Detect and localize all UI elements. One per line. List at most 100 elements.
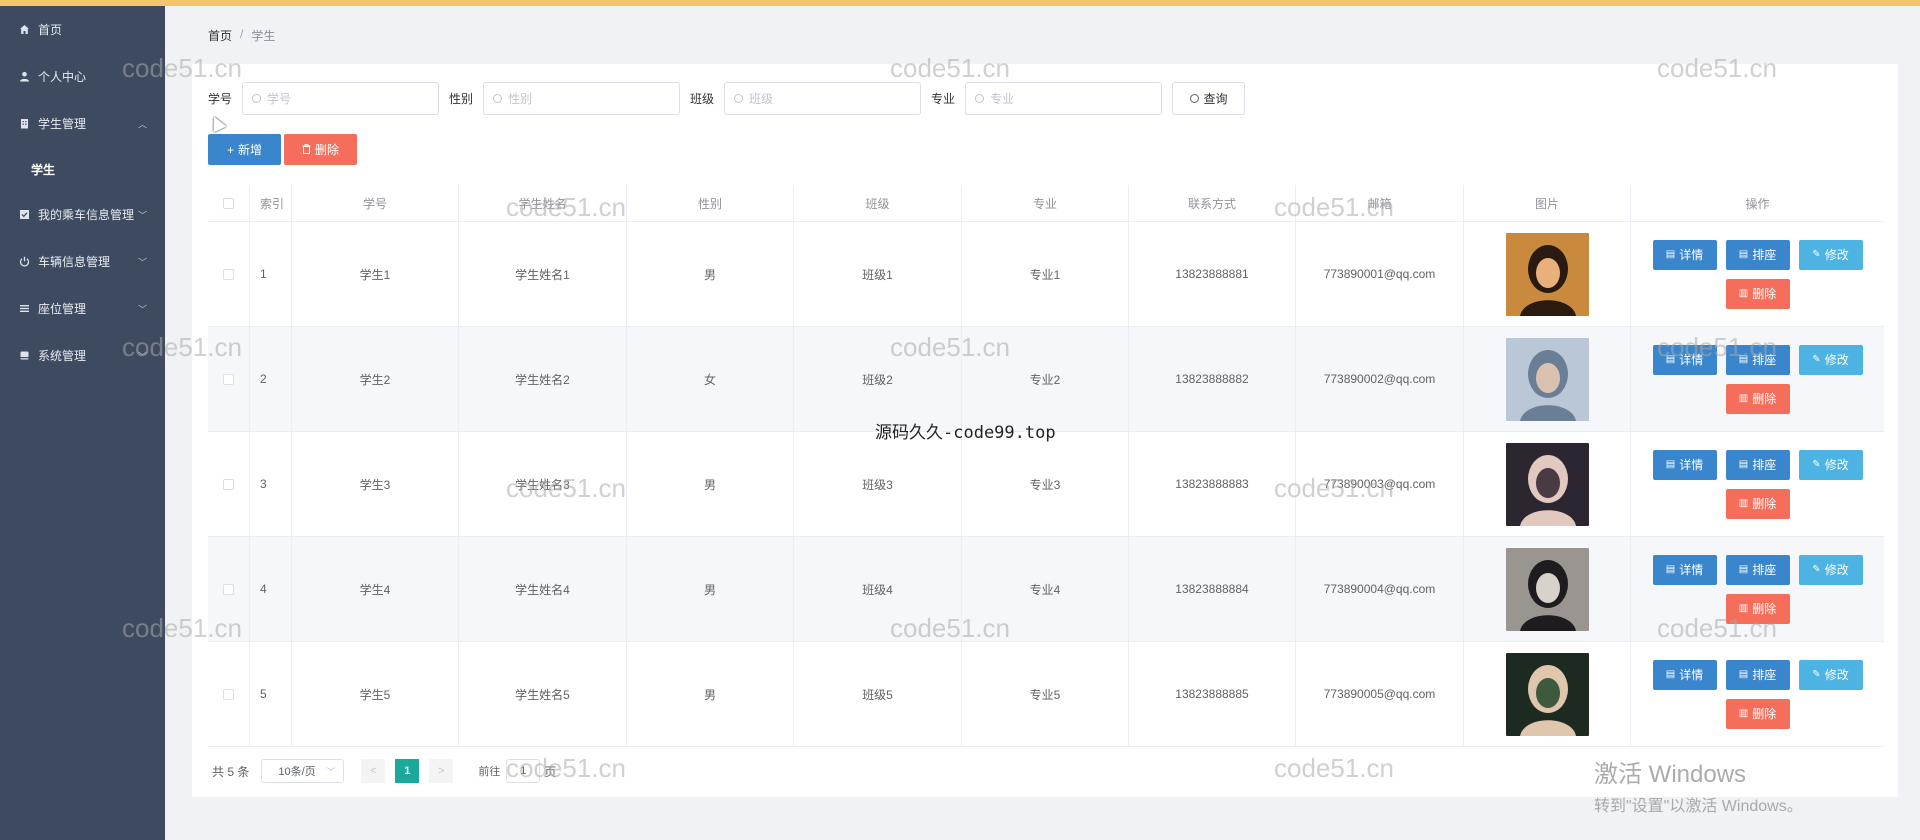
sidebar-item-profile[interactable]: 个人中心 [0, 53, 165, 100]
page-size-select[interactable]: 10条/页 ﹀ [261, 759, 345, 783]
search-input-class[interactable] [724, 82, 922, 115]
row-select-cell [208, 327, 250, 431]
table-body: 1 学生1 学生姓名1 男班级1 专业1 13823888881 773890001@qq.… [208, 222, 1884, 747]
batch-delete-button[interactable]: 删除 [284, 134, 357, 165]
breadcrumb-home[interactable]: 首页 [208, 27, 232, 44]
select-all-checkbox[interactable] [223, 197, 234, 209]
seat-button[interactable]: ▤ 排座 [1725, 449, 1790, 480]
goto-page-input[interactable]: 1 [506, 759, 541, 783]
cell-actions: ▤ 详情 ▤ 排座 ✎ 修改 ▥ 删除 [1631, 642, 1884, 746]
prev-page-label: < [370, 765, 377, 777]
sidebar-item-seat-mgmt[interactable]: 座位管理 ﹀ [0, 285, 165, 332]
delete-button[interactable]: ▥ 删除 [1725, 278, 1790, 309]
cell-gender: 女 [627, 327, 794, 431]
detail-button[interactable]: ▤ 详情 [1652, 449, 1717, 480]
cell-phone: 13823888883 [1129, 432, 1296, 536]
sidebar-item-system-mgmt[interactable]: 系统管理 ﹀ [0, 332, 165, 379]
table-row[interactable]: 1 学生1 学生姓名1 男班级1 专业1 13823888881 773890001@qq.… [208, 222, 1884, 327]
breadcrumb-separator: / [240, 27, 244, 41]
seat-button[interactable]: ▤ 排座 [1725, 344, 1790, 375]
edit-button[interactable]: ✎ 修改 [1798, 659, 1863, 690]
select-all-cell [208, 185, 250, 221]
row-checkbox[interactable] [223, 373, 234, 385]
cell-class: 班级2 [794, 327, 962, 431]
cell-major: 专业5 [962, 642, 1129, 746]
edit-button[interactable]: ✎ 修改 [1798, 449, 1863, 480]
trash-icon: ▥ [1738, 393, 1749, 404]
trash-icon: ▥ [1738, 603, 1749, 614]
delete-button[interactable]: ▥ 删除 [1725, 488, 1790, 519]
sidebar: 首页 个人中心 学生管理 ︿ 学生 我的乘车信息管理 ﹀ 车辆信息管理 ﹀ 座位… [0, 6, 165, 840]
cell-student-no: 学生5 [292, 642, 459, 746]
sidebar-item-student-mgmt[interactable]: 学生管理 ︿ [0, 100, 165, 147]
search-input-gender[interactable] [483, 82, 681, 115]
document-icon: ▤ [1665, 354, 1676, 365]
row-checkbox[interactable] [223, 583, 234, 595]
query-button[interactable]: 查询 [1172, 82, 1246, 115]
sidebar-item-vehicle-info[interactable]: 车辆信息管理 ﹀ [0, 238, 165, 285]
page-size-value: 10条/页 [278, 766, 316, 778]
cell-student-name: 学生姓名2 [459, 327, 627, 431]
sidebar-item-my-ride-info[interactable]: 我的乘车信息管理 ﹀ [0, 191, 165, 238]
search-input-student-no[interactable] [242, 82, 440, 115]
edit-button-label: 修改 [1824, 668, 1849, 682]
pencil-icon: ✎ [1812, 459, 1821, 470]
search-icon [1189, 94, 1199, 103]
detail-button[interactable]: ▤ 详情 [1652, 659, 1717, 690]
row-select-cell [208, 642, 250, 746]
add-button-label: 新增 [238, 143, 263, 157]
cell-major: 专业1 [962, 222, 1129, 326]
search-field-major[interactable] [990, 91, 1141, 106]
edit-button[interactable]: ✎ 修改 [1798, 344, 1863, 375]
cell-student-no: 学生1 [292, 222, 459, 326]
seat-button[interactable]: ▤ 排座 [1725, 554, 1790, 585]
detail-button[interactable]: ▤ 详情 [1652, 344, 1717, 375]
add-button[interactable]: + 新增 [208, 134, 281, 165]
header-photo: 图片 [1464, 185, 1631, 221]
cell-gender: 男 [627, 222, 794, 326]
search-icon [493, 94, 503, 103]
cell-student-name: 学生姓名3 [459, 432, 627, 536]
sidebar-item-home[interactable]: 首页 [0, 6, 165, 53]
sidebar-item-label: 系统管理 [38, 349, 87, 363]
detail-button[interactable]: ▤ 详情 [1652, 239, 1717, 270]
breadcrumb-current: 学生 [251, 29, 276, 43]
seat-button[interactable]: ▤ 排座 [1725, 659, 1790, 690]
delete-button[interactable]: ▥ 删除 [1725, 698, 1790, 729]
delete-button-label: 删除 [1752, 707, 1777, 721]
search-field-class[interactable] [749, 91, 900, 106]
seat-button[interactable]: ▤ 排座 [1725, 239, 1790, 270]
search-field-gender[interactable] [508, 91, 659, 106]
table-row[interactable]: 2 学生2 学生姓名2 女班级2 专业2 13823888882 773890002@qq.… [208, 327, 1884, 432]
row-checkbox[interactable] [223, 688, 234, 700]
search-input-major[interactable] [965, 82, 1163, 115]
row-checkbox[interactable] [223, 478, 234, 490]
search-field-student-no[interactable] [267, 91, 418, 106]
search-icon [252, 94, 262, 103]
delete-button-label: 删除 [1752, 392, 1777, 406]
trash-icon [302, 143, 311, 157]
document-icon: ▤ [1738, 354, 1749, 365]
cell-photo [1464, 537, 1631, 641]
student-photo [1505, 442, 1589, 526]
next-page-button[interactable]: > [429, 759, 454, 783]
page-number-1[interactable]: 1 [395, 759, 420, 783]
table-row[interactable]: 3 学生3 学生姓名3 男班级3 专业3 13823888883 773890003@qq.… [208, 432, 1884, 537]
power-icon [18, 256, 30, 268]
edit-button[interactable]: ✎ 修改 [1798, 239, 1863, 270]
student-table: 索引 学号 学生姓名 性别 班级 专业 联系方式 邮箱 图片 操作 1 学生1 学生… [208, 185, 1884, 747]
table-row[interactable]: 5 学生5 学生姓名5 男班级5 专业5 13823888885 773890005@qq.… [208, 642, 1884, 747]
sidebar-item-label: 座位管理 [38, 302, 87, 316]
cell-photo [1464, 432, 1631, 536]
sidebar-subitem-student[interactable]: 学生 [0, 147, 165, 191]
delete-button[interactable]: ▥ 删除 [1725, 593, 1790, 624]
edit-button[interactable]: ✎ 修改 [1798, 554, 1863, 585]
header-phone: 联系方式 [1129, 185, 1296, 221]
cell-photo [1464, 642, 1631, 746]
row-checkbox[interactable] [223, 268, 234, 280]
delete-button[interactable]: ▥ 删除 [1725, 383, 1790, 414]
table-row[interactable]: 4 学生4 学生姓名4 男班级4 专业4 13823888884 773890004@qq.… [208, 537, 1884, 642]
header-index: 索引 [250, 185, 292, 221]
prev-page-button[interactable]: < [361, 759, 386, 783]
detail-button[interactable]: ▤ 详情 [1652, 554, 1717, 585]
